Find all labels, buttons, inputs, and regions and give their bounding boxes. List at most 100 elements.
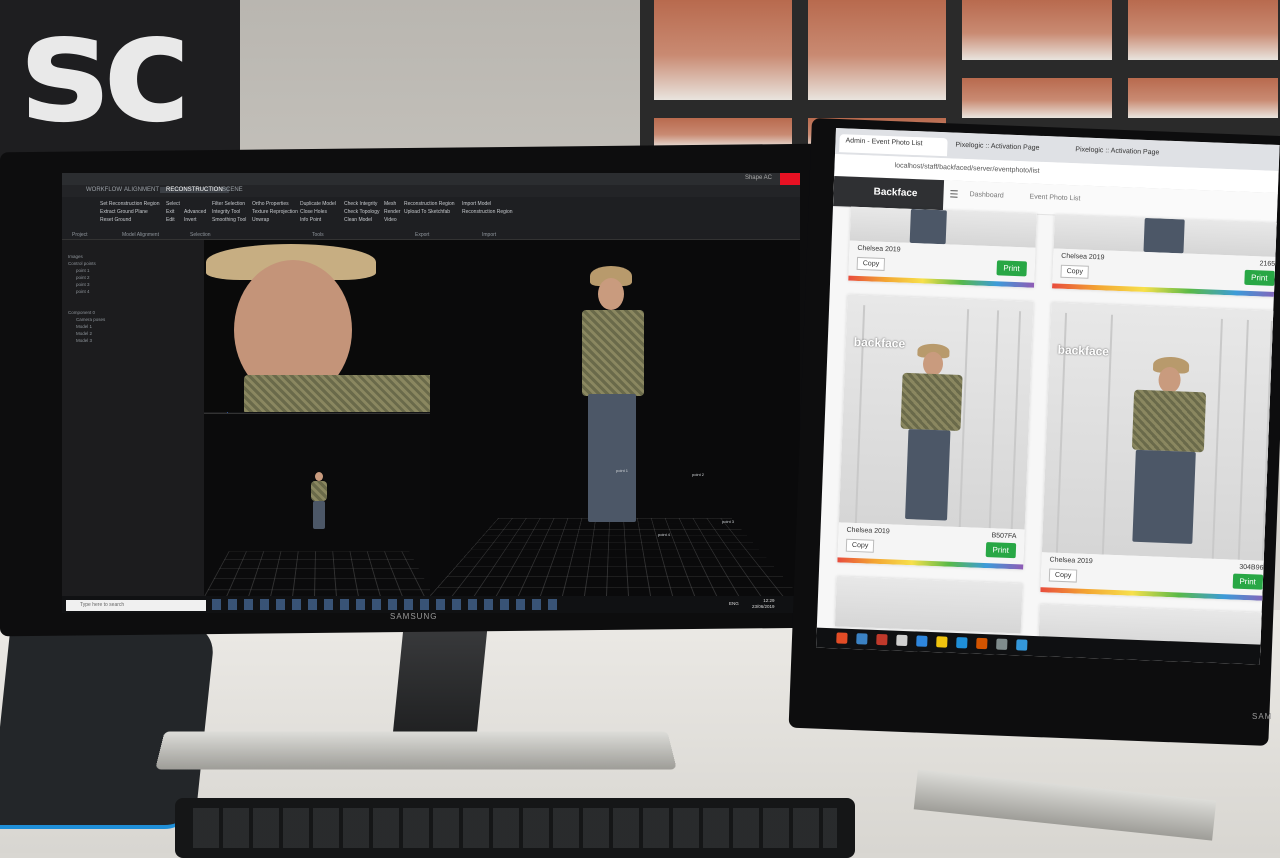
- menu-icon[interactable]: ☰: [949, 189, 958, 200]
- tab-workflow[interactable]: WORKFLOW: [86, 187, 122, 193]
- tree-item[interactable]: point 3: [76, 282, 90, 287]
- search-placeholder: Type here to search: [80, 602, 125, 608]
- ribbon-ortho-properties[interactable]: Ortho Properties: [252, 201, 289, 207]
- ribbon-check-topology[interactable]: Check Topology: [344, 209, 380, 215]
- tree-item[interactable]: Model 1: [76, 324, 92, 329]
- card-footer: Chelsea 2019 Copy Print: [848, 240, 1036, 288]
- language-indicator[interactable]: ENG: [729, 601, 739, 606]
- tree-item[interactable]: Control points: [68, 261, 96, 266]
- ribbon-check-integrity[interactable]: Check Integrity: [344, 201, 377, 207]
- taskbar-search[interactable]: Type here to search: [66, 600, 206, 611]
- ribbon-set-region[interactable]: Set Reconstruction Region: [100, 201, 159, 207]
- app-tabs: WORKFLOW ALIGNMENT RECONSTRUCTION SCENE: [62, 185, 800, 197]
- ribbon-reset-ground[interactable]: Reset Ground: [100, 217, 131, 223]
- tab-reconstruction[interactable]: RECONSTRUCTION: [160, 187, 229, 193]
- browser-tab[interactable]: Admin - Event Photo List: [839, 134, 948, 157]
- breadcrumb-dashboard[interactable]: Dashboard: [969, 191, 1003, 199]
- app-icon[interactable]: [996, 638, 1008, 650]
- ribbon-extract-ground[interactable]: Extract Ground Plane: [100, 209, 148, 215]
- app-icon[interactable]: [896, 634, 908, 647]
- app-icon[interactable]: [876, 633, 888, 646]
- tree-item[interactable]: Component 0: [68, 310, 95, 315]
- ribbon-texture-reprojection[interactable]: Texture Reprojection: [252, 209, 298, 215]
- photo-card[interactable]: backface Chelsea 2019 304B96 Copy Print: [1040, 302, 1280, 602]
- print-button[interactable]: Print: [996, 260, 1028, 277]
- ribbon-select[interactable]: Select: [166, 201, 180, 207]
- browser-tab[interactable]: Pixelogic :: Activation Page: [1069, 143, 1188, 166]
- ribbon-duplicate-model[interactable]: Duplicate Model: [300, 201, 336, 207]
- taskbar-icons[interactable]: [212, 599, 562, 610]
- copy-button[interactable]: Copy: [1060, 264, 1090, 279]
- ribbon-info-point[interactable]: Info Point: [300, 217, 321, 223]
- 3d-viewport[interactable]: point 1 point 2 point 3 point 4: [430, 240, 800, 596]
- small-model: [309, 472, 329, 532]
- print-button[interactable]: Print: [985, 542, 1017, 559]
- tree-item[interactable]: point 4: [76, 289, 90, 294]
- breadcrumb-current: Event Photo List: [1029, 193, 1081, 203]
- app-icon[interactable]: [956, 637, 968, 649]
- ribbon-clean-model[interactable]: Clean Model: [344, 217, 372, 223]
- ribbon-invert[interactable]: Invert: [184, 217, 197, 223]
- copy-button[interactable]: Copy: [856, 256, 886, 271]
- app-icon[interactable]: [976, 637, 988, 650]
- browser-tab[interactable]: Pixelogic :: Activation Page: [949, 138, 1068, 161]
- copy-button[interactable]: Copy: [845, 538, 875, 553]
- ribbon-video[interactable]: Video: [384, 217, 397, 223]
- print-button[interactable]: Print: [1232, 573, 1264, 590]
- control-point-label[interactable]: point 3: [722, 519, 734, 524]
- ribbon-integrity-tool[interactable]: Integrity Tool: [212, 209, 240, 215]
- card-footer: Chelsea 2019 B507FA Copy Print: [837, 522, 1025, 570]
- ribbon-mesh[interactable]: Mesh: [384, 201, 396, 207]
- control-point-label[interactable]: point 2: [692, 472, 704, 477]
- brand-logo[interactable]: Backface: [833, 175, 945, 211]
- keyboard: [175, 798, 855, 858]
- tree-item[interactable]: Images: [68, 254, 83, 259]
- app-icon[interactable]: [916, 635, 928, 647]
- ribbon-filter-selection[interactable]: Filter Selection: [212, 201, 245, 207]
- ribbon-close-holes[interactable]: Close Holes: [300, 209, 327, 215]
- ribbon-smoothing-tool[interactable]: Smoothing Tool: [212, 217, 246, 223]
- image-viewport[interactable]: [204, 240, 434, 412]
- group-selection: Selection: [190, 232, 211, 238]
- ribbon-reconstruction-region[interactable]: Reconstruction Region: [404, 201, 455, 207]
- control-point-label[interactable]: point 1: [616, 468, 628, 473]
- photo-card[interactable]: [834, 576, 1023, 634]
- tab-alignment[interactable]: ALIGNMENT: [124, 187, 159, 193]
- browser-icon[interactable]: [836, 632, 848, 644]
- tree-item[interactable]: Model 2: [76, 331, 92, 336]
- backface-logo: backface: [1057, 342, 1110, 359]
- ribbon-import-model[interactable]: Import Model: [462, 201, 491, 207]
- folder-icon[interactable]: [856, 633, 868, 645]
- photo-card[interactable]: Chelsea 2019 2165 Copy Print: [1052, 214, 1280, 298]
- app-title: Shape AC: [744, 175, 772, 181]
- app-icon[interactable]: [936, 636, 948, 648]
- tree-item[interactable]: point 1: [76, 268, 90, 273]
- control-point-label[interactable]: point 4: [658, 532, 670, 537]
- 3d-model: [578, 266, 668, 556]
- tree-item[interactable]: Camera poses: [76, 317, 105, 322]
- ribbon-exit[interactable]: Exit: [166, 209, 174, 215]
- ribbon-advanced[interactable]: Advanced: [184, 209, 206, 215]
- photo-thumbnail[interactable]: [834, 576, 1023, 634]
- app-icon[interactable]: [1016, 639, 1028, 651]
- ribbon-render[interactable]: Render: [384, 209, 400, 215]
- group-tools: Tools: [312, 232, 324, 238]
- photo-card[interactable]: Chelsea 2019 Copy Print: [848, 206, 1037, 288]
- print-button[interactable]: Print: [1243, 269, 1275, 286]
- face-photo: [204, 240, 434, 412]
- ribbon-unwrap[interactable]: Unwrap: [252, 217, 269, 223]
- close-button[interactable]: [780, 173, 800, 185]
- ribbon-upload-sketchfab[interactable]: Upload To Sketchfab: [404, 209, 450, 215]
- tree-item[interactable]: Model 3: [76, 338, 92, 343]
- card-footer: Chelsea 2019 304B96 Copy Print: [1040, 552, 1272, 602]
- tree-item[interactable]: point 2: [76, 275, 90, 280]
- event-name: Chelsea 2019: [1061, 252, 1105, 262]
- banner: sc: [0, 0, 240, 165]
- camera-viewport[interactable]: [204, 413, 434, 597]
- copy-button[interactable]: Copy: [1048, 568, 1078, 583]
- photo-card[interactable]: backface Chelsea 2019 B507FA Copy Print: [837, 294, 1034, 570]
- ribbon-import-region[interactable]: Reconstruction Region: [462, 209, 513, 215]
- taskbar-clock[interactable]: 12:29 23/06/2019: [752, 598, 775, 610]
- ribbon-edit[interactable]: Edit: [166, 217, 175, 223]
- tab-scene[interactable]: SCENE: [222, 187, 243, 193]
